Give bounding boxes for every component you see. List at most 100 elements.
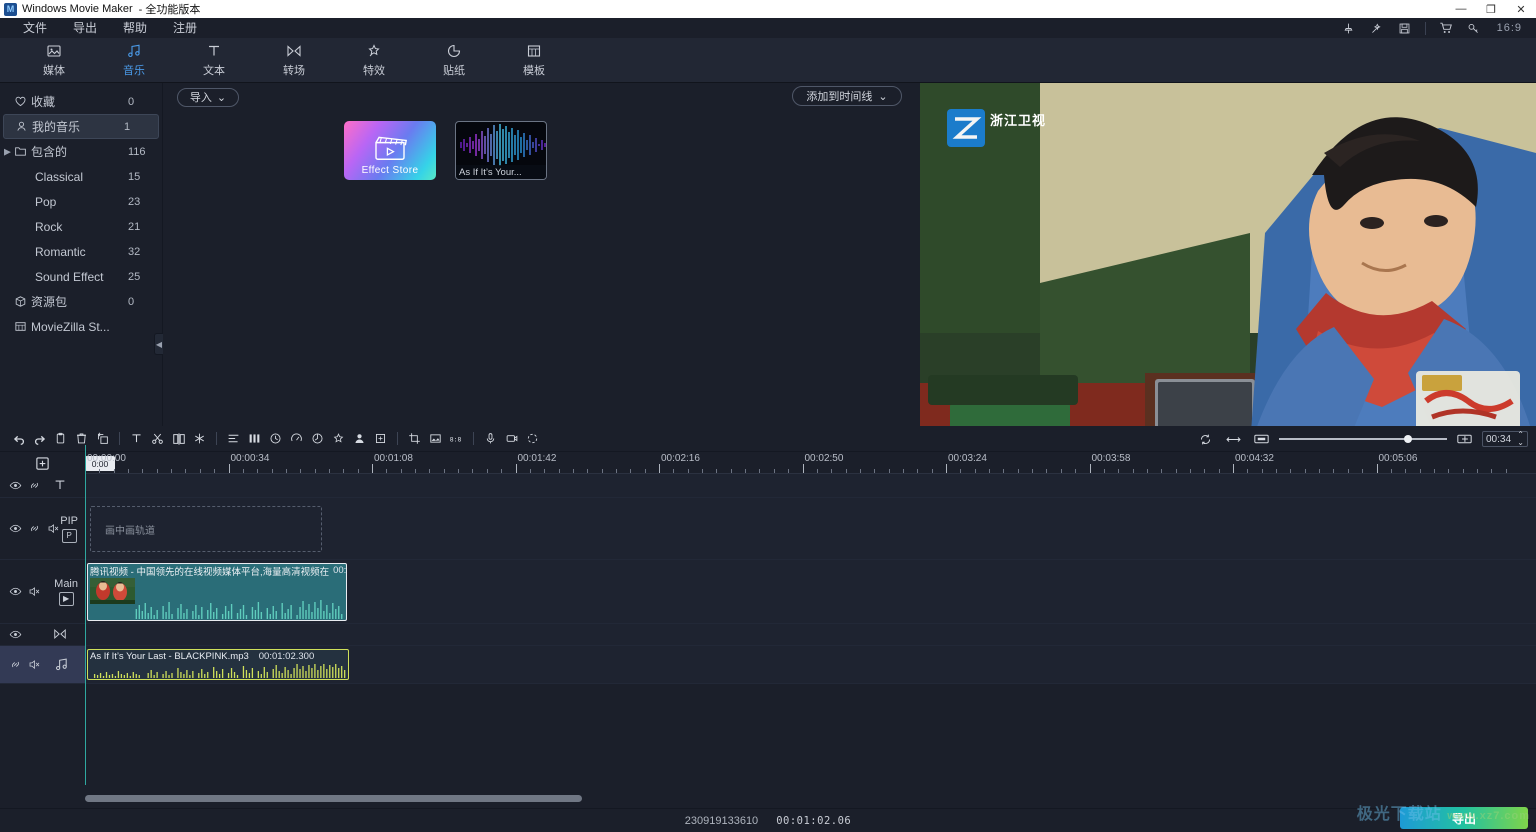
sidebar-item-included[interactable]: ▶ 包含的 116	[0, 139, 162, 164]
sidebar-item-my-music[interactable]: 我的音乐 1	[3, 114, 159, 139]
sidebar-item-rock[interactable]: Rock 21	[0, 214, 162, 239]
cart-icon[interactable]	[1433, 19, 1459, 37]
pip-placeholder[interactable]: 画中画轨道	[90, 506, 322, 552]
picture-icon[interactable]	[425, 428, 446, 449]
tab-media[interactable]: 媒体	[14, 38, 94, 83]
pin-icon[interactable]	[1336, 19, 1362, 37]
sidebar-item-moviezilla-store[interactable]: MovieZilla St...	[0, 314, 162, 339]
zoom-in-icon[interactable]	[1454, 429, 1475, 450]
tab-music[interactable]: 音乐	[94, 38, 174, 83]
timeline-scroll-thumb[interactable]	[85, 795, 582, 802]
timeline-horizontal-scrollbar[interactable]	[85, 795, 1531, 802]
maximize-button[interactable]: ❐	[1476, 0, 1506, 18]
link-icon[interactable]	[9, 658, 22, 671]
video-preview[interactable]: 浙江卫视	[920, 83, 1536, 447]
refresh-icon[interactable]	[1195, 429, 1216, 450]
replace-icon[interactable]	[92, 428, 113, 449]
undo-icon[interactable]	[8, 428, 29, 449]
close-button[interactable]: ✕	[1506, 0, 1536, 18]
sidebar-item-sound-effect[interactable]: Sound Effect 25	[0, 264, 162, 289]
sidebar-item-romantic[interactable]: Romantic 32	[0, 239, 162, 264]
magic-wand-icon[interactable]	[1364, 19, 1390, 37]
tab-text[interactable]: 文本	[174, 38, 254, 83]
link-icon[interactable]	[28, 522, 41, 535]
eye-icon[interactable]	[9, 479, 22, 492]
video-clip[interactable]: 腾讯视频 - 中国领先的在线视频媒体平台,海量高清视频在 00:0	[87, 563, 347, 621]
tab-template[interactable]: 模板	[494, 38, 574, 83]
add-track-button[interactable]	[0, 452, 85, 474]
chevron-right-icon[interactable]: ▶	[4, 146, 11, 157]
library-item-effect-store[interactable]: Effect Store	[344, 121, 436, 180]
export-button[interactable]: 导出	[1400, 807, 1528, 829]
tab-sticker[interactable]: 贴纸	[414, 38, 494, 83]
track-music-header[interactable]	[0, 646, 85, 683]
mic-icon[interactable]	[480, 428, 501, 449]
frame-icon[interactable]	[370, 428, 391, 449]
menu-item-file[interactable]: 文件	[10, 18, 60, 38]
sidebar-item-favorites[interactable]: 收藏 0	[0, 89, 162, 114]
add-to-timeline-button[interactable]: 添加到时间线 ⌄	[792, 86, 902, 106]
delete-icon[interactable]	[71, 428, 92, 449]
track-transition-header[interactable]	[0, 624, 85, 645]
link-icon[interactable]	[28, 479, 41, 492]
reverse-icon[interactable]	[307, 428, 328, 449]
track-text-header[interactable]	[0, 474, 85, 497]
freeze-icon[interactable]	[189, 428, 210, 449]
eye-icon[interactable]	[9, 585, 22, 598]
track-main-header[interactable]: Main ▶	[0, 560, 85, 623]
import-button[interactable]: 导入 ⌄	[177, 87, 239, 107]
text-icon[interactable]	[126, 428, 147, 449]
screen-rec-icon[interactable]	[501, 428, 522, 449]
copy-icon[interactable]	[50, 428, 71, 449]
track-text-body[interactable]	[85, 474, 1536, 497]
tab-transition[interactable]: 转场	[254, 38, 334, 83]
tab-effects[interactable]: 特效	[334, 38, 414, 83]
crop-icon[interactable]	[404, 428, 425, 449]
eye-icon[interactable]	[9, 522, 22, 535]
eye-icon[interactable]	[9, 628, 22, 641]
track-pip-body[interactable]: 画中画轨道	[85, 498, 1536, 559]
columns-icon[interactable]	[244, 428, 265, 449]
timeline-zoom-knob[interactable]	[1404, 435, 1412, 443]
ratio-icon[interactable]: 8:8	[446, 428, 467, 449]
key-icon[interactable]	[1461, 19, 1487, 37]
mute-icon[interactable]	[28, 658, 41, 671]
sidebar-item-pop[interactable]: Pop 23	[0, 189, 162, 214]
audio-clip[interactable]: As If It’s Your Last - BLACKPINK.mp3 00:…	[87, 649, 349, 680]
menu-item-register[interactable]: 注册	[160, 18, 210, 38]
main-play-badge-icon[interactable]: ▶	[58, 591, 74, 606]
sidebar-item-resource-pack[interactable]: 资源包 0	[0, 289, 162, 314]
pip-badge-icon[interactable]: P	[61, 528, 77, 543]
refresh-icon[interactable]	[522, 428, 543, 449]
star-icon[interactable]	[328, 428, 349, 449]
track-pip-header[interactable]: PIP P	[0, 498, 85, 559]
split-icon[interactable]	[168, 428, 189, 449]
menu-item-export[interactable]: 导出	[60, 18, 110, 38]
cut-icon[interactable]	[147, 428, 168, 449]
mute-icon[interactable]	[28, 585, 41, 598]
sidebar-collapse-button[interactable]: ◀	[154, 333, 163, 355]
effect-store-thumbnail[interactable]: Effect Store	[344, 121, 436, 180]
library-item-audio[interactable]: As If It’s Your...	[455, 121, 547, 180]
menu-item-help[interactable]: 帮助	[110, 18, 160, 38]
mute-icon[interactable]	[47, 522, 60, 535]
audio-thumbnail[interactable]: As If It’s Your...	[455, 121, 547, 180]
clock-icon[interactable]	[265, 428, 286, 449]
redo-icon[interactable]	[29, 428, 50, 449]
sidebar-item-classical[interactable]: Classical 15	[0, 164, 162, 189]
timeline-zoom-slider[interactable]	[1279, 435, 1447, 443]
fit-icon[interactable]	[1223, 429, 1244, 450]
track-transition-body[interactable]	[85, 624, 1536, 645]
aspect-ratio-label[interactable]: 16:9	[1489, 22, 1530, 34]
align-icon[interactable]	[223, 428, 244, 449]
speed-icon[interactable]	[286, 428, 307, 449]
portrait-icon[interactable]	[349, 428, 370, 449]
track-music-body[interactable]: As If It’s Your Last - BLACKPINK.mp3 00:…	[85, 646, 1536, 683]
save-icon[interactable]	[1392, 19, 1418, 37]
track-main-body[interactable]: 腾讯视频 - 中国领先的在线视频媒体平台,海量高清视频在 00:0	[85, 560, 1536, 623]
timeline-zoom-value[interactable]: 00:34 ⌃ ⌄	[1482, 431, 1528, 447]
minimize-button[interactable]: —	[1446, 0, 1476, 18]
stepper-icon[interactable]: ⌃ ⌄	[1517, 431, 1524, 447]
zoom-out-icon[interactable]	[1251, 429, 1272, 450]
timeline-ruler[interactable]: 0:00 00:00:00 00:00:34 00:01:08 00:01:42 00:…	[85, 452, 1536, 474]
